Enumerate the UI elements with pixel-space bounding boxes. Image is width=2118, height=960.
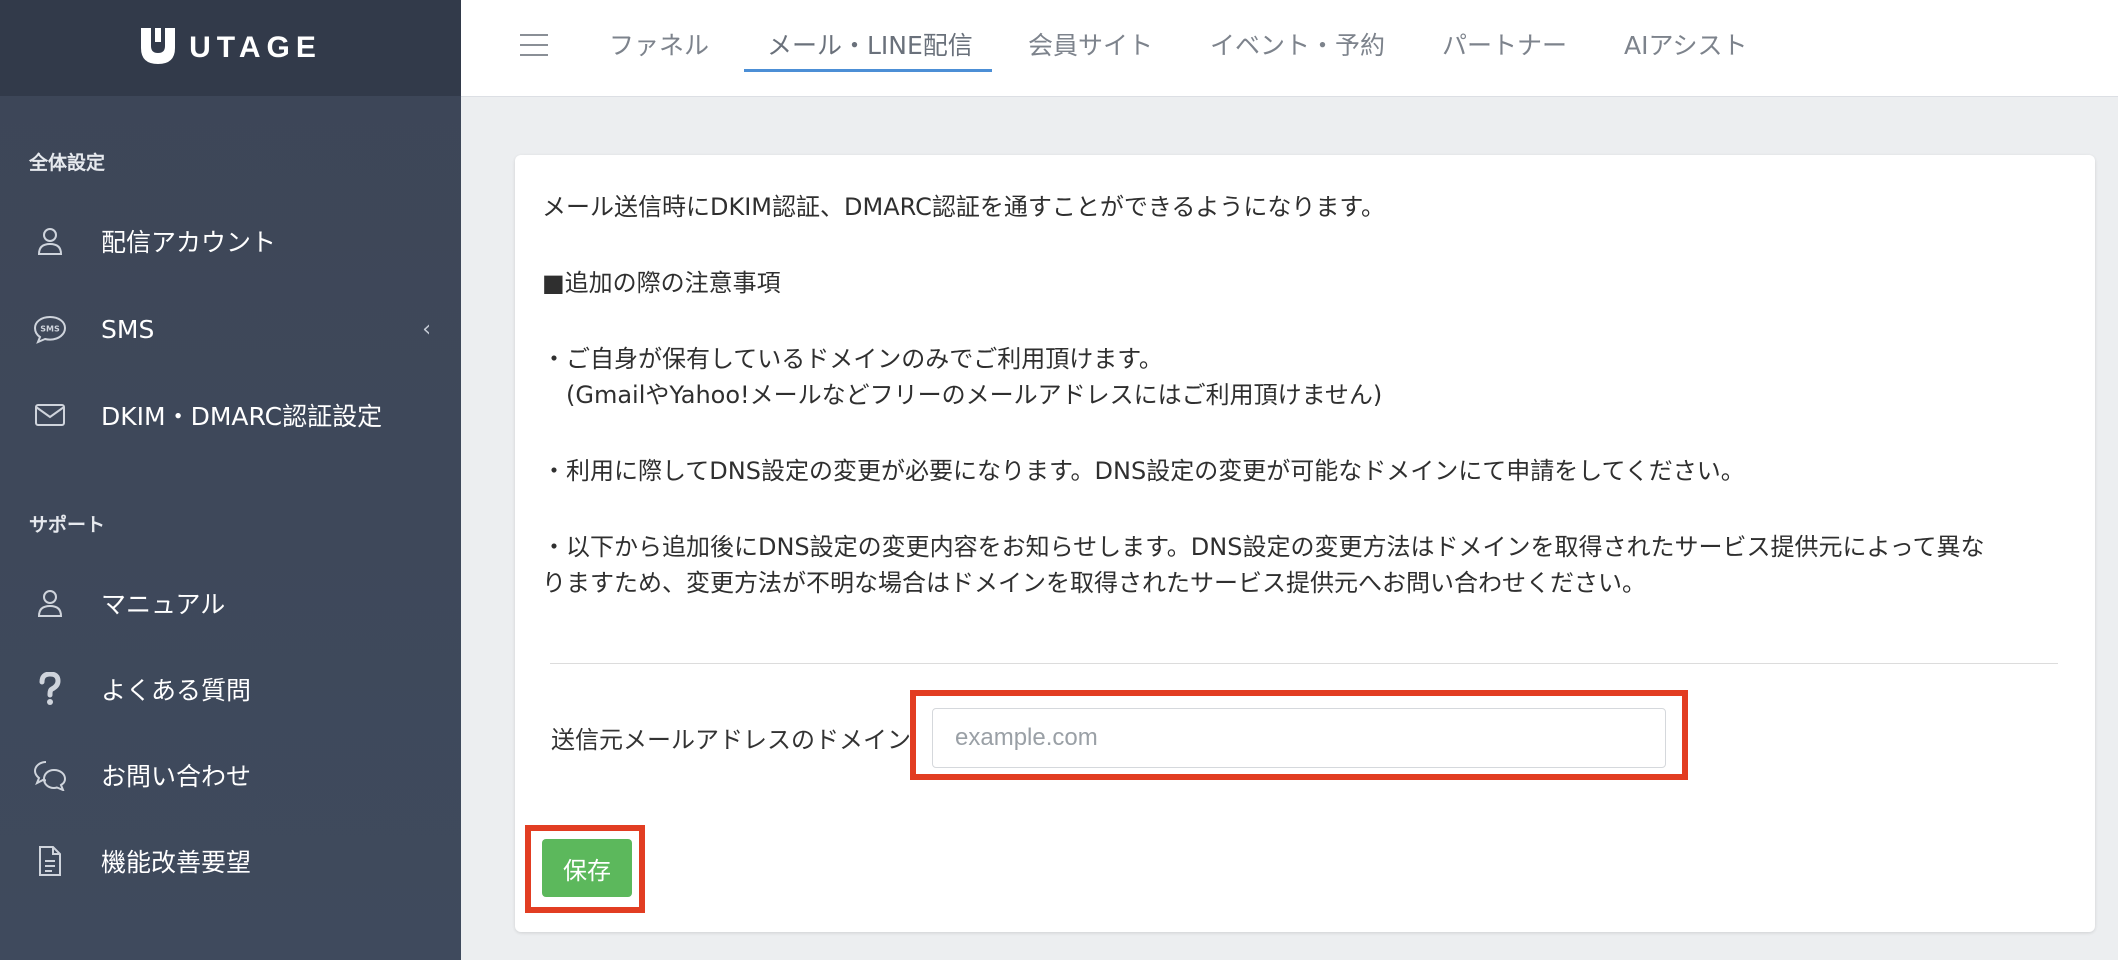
save-button[interactable]: 保存 [542, 839, 632, 897]
sidebar-item-label: よくある質問 [101, 676, 252, 705]
sidebar-item-label: SMS [101, 314, 155, 344]
tab-mail-line-delivery[interactable]: メール・LINE配信 [767, 0, 973, 72]
sidebar-item-label: 機能改善要望 [101, 848, 252, 877]
sidebar-item-label: マニュアル [101, 590, 226, 619]
envelope-icon [33, 398, 67, 432]
sidebar-item-faq[interactable]: よくある質問 [0, 654, 461, 724]
sidebar: UTAGE 全体設定 配信アカウント SMS SMS ‹ DKIM・DMARC認… [0, 0, 461, 960]
sidebar-section-title: サポート [29, 514, 106, 536]
sidebar-item-dkim-dmarc[interactable]: DKIM・DMARC認証設定 [0, 380, 461, 450]
utage-logo-icon [139, 26, 177, 70]
tab-partner[interactable]: パートナー [1442, 0, 1567, 72]
brand-header[interactable]: UTAGE [0, 0, 461, 96]
sidebar-item-contact[interactable]: お問い合わせ [0, 740, 461, 810]
brand-name: UTAGE [189, 31, 322, 64]
sidebar-item-sms[interactable]: SMS SMS ‹ [0, 294, 461, 364]
domain-field-label: 送信元メールアドレスのドメイン [551, 726, 911, 754]
note-text: (GmailやYahoo!メールなどフリーのメールアドレスにはご利用頂けません) [542, 381, 1383, 409]
domain-input[interactable] [932, 708, 1666, 768]
sms-chat-icon: SMS [33, 312, 67, 346]
user-icon [33, 586, 67, 620]
top-navigation: ファネル メール・LINE配信 会員サイト イベント・予約 パートナー AIアシ… [461, 0, 2118, 97]
notice-heading: ■追加の際の注意事項 [542, 269, 781, 297]
note-text: ・以下から追加後にDNS設定の変更内容をお知らせします。DNS設定の変更方法はド… [542, 533, 1985, 561]
chevron-left-icon[interactable]: ‹ [422, 317, 431, 342]
sidebar-item-delivery-account[interactable]: 配信アカウント [0, 206, 461, 276]
hamburger-menu-icon[interactable] [520, 34, 548, 60]
svg-text:SMS: SMS [40, 325, 60, 334]
sidebar-item-feature-request[interactable]: 機能改善要望 [0, 826, 461, 896]
tab-funnel[interactable]: ファネル [609, 0, 709, 72]
settings-card: メール送信時にDKIM認証、DMARC認証を通すことができるようになります。 ■… [515, 155, 2095, 932]
tab-ai-assist[interactable]: AIアシスト [1624, 0, 1747, 72]
tab-event-reservation[interactable]: イベント・予約 [1210, 0, 1385, 72]
sidebar-item-label: 配信アカウント [101, 228, 277, 257]
active-tab-indicator [744, 69, 992, 72]
note-text: ・利用に際してDNS設定の変更が必要になります。DNS設定の変更が可能なドメイン… [542, 457, 1745, 485]
document-icon [33, 844, 67, 878]
sidebar-section-title: 全体設定 [29, 152, 106, 174]
sidebar-item-manual[interactable]: マニュアル [0, 568, 461, 638]
sidebar-item-label: お問い合わせ [101, 762, 252, 791]
user-icon [33, 224, 67, 258]
tab-member-site[interactable]: 会員サイト [1028, 0, 1153, 72]
note-text: りますため、変更方法が不明な場合はドメインを取得されたサービス提供元へお問い合わ… [542, 569, 1646, 597]
note-text: ・ご自身が保有しているドメインのみでご利用頂けます。 [542, 345, 1163, 373]
divider [550, 663, 2058, 664]
intro-text: メール送信時にDKIM認証、DMARC認証を通すことができるようになります。 [542, 193, 1385, 221]
chat-bubbles-icon [33, 758, 67, 792]
question-icon [33, 672, 67, 706]
sidebar-item-label: DKIM・DMARC認証設定 [101, 402, 383, 431]
